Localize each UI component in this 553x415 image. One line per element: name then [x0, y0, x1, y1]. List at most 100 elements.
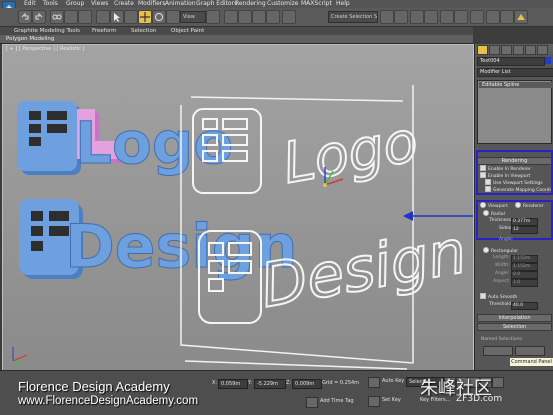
paste-button[interactable]: [515, 346, 545, 356]
select-object-icon[interactable]: [110, 10, 124, 24]
menu-help[interactable]: Help: [336, 0, 350, 8]
solid-logo-icon-top[interactable]: [17, 101, 81, 175]
add-time-tag-label[interactable]: Add Time Tag: [320, 397, 354, 405]
rectangular-radio-label: Rectangular: [491, 249, 519, 254]
set-key-icon[interactable]: [368, 377, 380, 388]
named-selection-set-input[interactable]: Create Selection Se: [328, 11, 378, 23]
menu-maxscript[interactable]: MAXScript: [301, 0, 332, 8]
polygon-modeling-panel[interactable]: Polygon Modeling: [6, 35, 54, 43]
modify-tab-icon[interactable]: [489, 45, 500, 55]
move-icon[interactable]: [138, 10, 152, 24]
z-label: Z:: [286, 380, 292, 386]
selection-rollout[interactable]: Selection: [477, 323, 552, 331]
academy-url-watermark: www.FlorenceDesignAcademy.com: [18, 395, 199, 407]
key-icon[interactable]: [368, 396, 380, 407]
rectangular-radio[interactable]: Rectangular: [483, 247, 518, 255]
object-name-field[interactable]: Text004: [477, 57, 545, 66]
create-tab-icon[interactable]: [477, 45, 488, 55]
auto-smooth-label: Auto Smooth: [488, 295, 518, 300]
scale-icon[interactable]: [166, 10, 180, 24]
curve-editor-icon[interactable]: [440, 10, 454, 24]
tab-graphite-modeling-tools[interactable]: Graphite Modeling Tools: [14, 27, 80, 35]
ribbon-tabs: Graphite Modeling Tools Freeform Selecti…: [0, 27, 473, 35]
y-coord-field[interactable]: -5.229m: [254, 379, 286, 389]
angle-label: Angle:: [499, 237, 514, 242]
ribbon-panel: Polygon Modeling: [0, 35, 473, 44]
tab-selection[interactable]: Selection: [131, 27, 156, 35]
command-panel-tooltip: Command Panel: [509, 357, 553, 367]
render-setup-icon[interactable]: [486, 10, 500, 24]
named-selections-label: Named Selections:: [481, 337, 524, 342]
menu-group[interactable]: Group: [66, 0, 84, 8]
auto-smooth-checkbox[interactable]: Auto Smooth: [480, 293, 517, 301]
motion-tab-icon[interactable]: [513, 45, 524, 55]
mirror-icon[interactable]: [380, 10, 394, 24]
menu-modifiers[interactable]: Modifiers: [138, 0, 165, 8]
angle-snap-icon[interactable]: [238, 10, 252, 24]
graphite-toggle-icon[interactable]: [424, 10, 438, 24]
bind-icon[interactable]: [78, 10, 92, 24]
width-spinner[interactable]: 1.152m: [511, 263, 538, 271]
spinner-snap-icon[interactable]: [266, 10, 280, 24]
hierarchy-tab-icon[interactable]: [501, 45, 512, 55]
threshold-spinner[interactable]: 40.0: [511, 302, 538, 310]
threshold-label: Threshold:: [489, 302, 513, 307]
tab-freeform[interactable]: Freeform: [92, 27, 117, 35]
rendered-frame-icon[interactable]: [500, 10, 514, 24]
menu-rendering[interactable]: Rendering: [235, 0, 266, 8]
undo-icon[interactable]: [18, 10, 32, 24]
render-production-icon[interactable]: [514, 10, 528, 24]
copy-button[interactable]: [483, 346, 513, 356]
width-label: Width:: [495, 263, 510, 268]
menu-tools[interactable]: Tools: [43, 0, 58, 8]
viewport-scene: Logo Design Logo Design: [3, 45, 473, 371]
unlink-icon[interactable]: [64, 10, 78, 24]
edit-named-sel-icon[interactable]: [282, 10, 296, 24]
reference-coord-select[interactable]: View: [180, 11, 206, 23]
menu-animation[interactable]: Animation: [165, 0, 196, 8]
display-tab-icon[interactable]: [525, 45, 536, 55]
modifier-list-dropdown[interactable]: Modifier List: [477, 68, 553, 77]
perspective-viewport[interactable]: Logo Design Logo Design [+] [Perspect…: [2, 44, 474, 372]
align-icon[interactable]: [394, 10, 408, 24]
menu-views[interactable]: Views: [91, 0, 108, 8]
checkbox-icon: [480, 293, 486, 299]
radio-icon: [483, 247, 489, 253]
redo-icon[interactable]: [32, 10, 46, 24]
site-watermark-en: ZF3D.com: [456, 394, 503, 404]
material-editor-icon[interactable]: [470, 10, 484, 24]
menu-create[interactable]: Create: [114, 0, 134, 8]
length-spinner[interactable]: 1.152m: [511, 255, 538, 263]
layer-manager-icon[interactable]: [410, 10, 424, 24]
select-filter-icon[interactable]: [96, 10, 110, 24]
set-key-button[interactable]: Set Key: [382, 396, 401, 404]
viewport-label[interactable]: [ + ] [ Perspective ] [ Realistic ]: [6, 46, 84, 52]
z-coord-field[interactable]: 0.009m: [292, 379, 322, 389]
tab-object-paint[interactable]: Object Paint: [171, 27, 204, 35]
interpolation-rollout[interactable]: Interpolation: [477, 314, 552, 322]
auto-key-button[interactable]: Auto Key: [382, 377, 404, 385]
select-by-name-icon[interactable]: [124, 10, 138, 24]
snaps-icon[interactable]: [224, 10, 238, 24]
menu-edit[interactable]: Edit: [24, 0, 36, 8]
renderer-highlight-box: [476, 200, 553, 240]
add-time-tag-icon[interactable]: [306, 397, 318, 408]
command-panel: Text004 Modifier List Editable Spline Re…: [474, 44, 553, 370]
stack-item-editable-spline[interactable]: Editable Spline: [479, 82, 553, 88]
schematic-view-icon[interactable]: [454, 10, 468, 24]
utilities-tab-icon[interactable]: [537, 45, 548, 55]
go-to-end-icon[interactable]: [492, 377, 504, 388]
percent-snap-icon[interactable]: [252, 10, 266, 24]
menu-graph-editors[interactable]: Graph Editors: [196, 0, 237, 8]
grid-readout: Grid = 0.254m: [322, 380, 360, 386]
x-coord-field[interactable]: 0.059m: [218, 379, 248, 389]
pivot-icon[interactable]: [206, 10, 220, 24]
object-color-swatch[interactable]: [545, 57, 551, 64]
aspect-spinner[interactable]: 1.0: [511, 279, 538, 287]
rendering-highlight-box: [476, 150, 553, 195]
aspect-label: Aspect:: [493, 279, 510, 284]
rotate-icon[interactable]: [152, 10, 166, 24]
menu-customize[interactable]: Customize: [267, 0, 299, 8]
link-icon[interactable]: [50, 10, 64, 24]
angle2-spinner[interactable]: 0.0: [511, 271, 538, 279]
